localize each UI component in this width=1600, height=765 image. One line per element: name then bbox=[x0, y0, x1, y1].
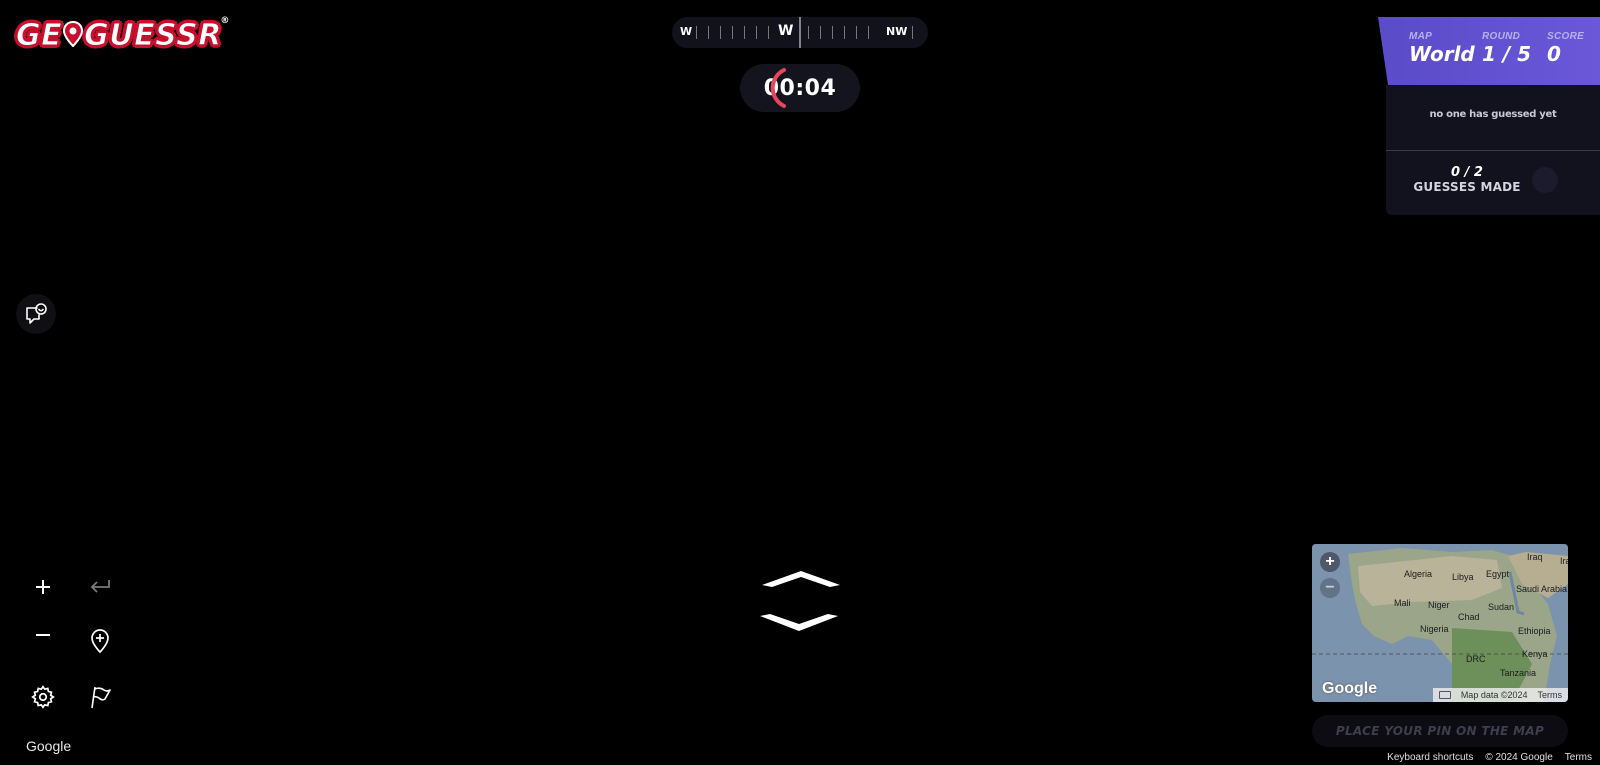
minimap-land bbox=[1312, 544, 1568, 702]
google-watermark: Google bbox=[26, 738, 72, 754]
compass-heading-label: W bbox=[778, 23, 794, 39]
guess-minimap[interactable]: + − Algeria Libya Egypt Iraq Ira Saudi A… bbox=[1312, 544, 1568, 702]
compass-right-label: NW bbox=[886, 25, 908, 38]
minimap-footer: Map data ©2024 Terms bbox=[1432, 688, 1568, 702]
plus-icon bbox=[36, 580, 50, 594]
logo-text-post: GUESSR bbox=[84, 17, 222, 53]
status-round-label: ROUND bbox=[1482, 31, 1521, 42]
zoom-in-button[interactable] bbox=[25, 569, 61, 605]
player-avatar bbox=[1532, 167, 1558, 193]
flag-icon bbox=[91, 686, 111, 709]
google-footer: Keyboard shortcuts © 2024 Google Terms bbox=[1387, 752, 1592, 763]
country-label: Algeria bbox=[1404, 569, 1433, 579]
chat-button[interactable] bbox=[16, 294, 56, 334]
country-label: Chad bbox=[1458, 612, 1480, 622]
minimap-zoom-in-button[interactable]: + bbox=[1320, 552, 1340, 572]
game-status-bar: MAP World ROUND 1 / 5 SCORE 0 bbox=[1378, 17, 1600, 85]
undo-arrow-icon bbox=[90, 580, 110, 593]
status-round-value: 1 / 5 bbox=[1482, 42, 1532, 66]
minimap-map-data: Map data ©2024 bbox=[1460, 690, 1528, 700]
registered-mark: ® bbox=[220, 15, 230, 26]
undo-button[interactable] bbox=[82, 568, 118, 604]
pin-plus-icon bbox=[91, 629, 109, 654]
gear-icon bbox=[31, 685, 55, 709]
country-label: Egypt bbox=[1486, 569, 1510, 579]
logo-pin-icon bbox=[63, 20, 84, 47]
country-label: Sudan bbox=[1488, 602, 1515, 612]
country-label: Nigeria bbox=[1420, 624, 1449, 634]
guesses-count-value: 0 / 2 bbox=[1451, 165, 1483, 180]
place-pin-button[interactable]: PLACE YOUR PIN ON THE MAP bbox=[1312, 715, 1568, 747]
status-round: ROUND 1 / 5 bbox=[1482, 31, 1531, 66]
guesses-panel: no one has guessed yet 0 / 2 GUESSES MAD… bbox=[1386, 85, 1600, 215]
country-label: Tanzania bbox=[1500, 668, 1537, 678]
compass-left-label: W bbox=[680, 25, 693, 38]
status-map-value: World bbox=[1409, 42, 1475, 66]
country-label: Saudi Arabia bbox=[1516, 584, 1568, 594]
country-label: Ira bbox=[1560, 556, 1568, 566]
zoom-out-button[interactable] bbox=[25, 617, 61, 653]
status-map: MAP World bbox=[1409, 31, 1475, 66]
country-label: Kenya bbox=[1522, 649, 1548, 659]
copyright-text: © 2024 Google bbox=[1485, 752, 1553, 763]
guesses-count-label: GUESSES MADE bbox=[1413, 180, 1521, 194]
status-score-label: SCORE bbox=[1547, 31, 1585, 42]
round-timer: 00:04 bbox=[740, 64, 860, 112]
guesses-count: 0 / 2 GUESSES MADE bbox=[1402, 165, 1532, 194]
settings-button[interactable] bbox=[25, 679, 61, 715]
status-score-value: 0 bbox=[1547, 42, 1561, 66]
minimap-zoom-out-button[interactable]: − bbox=[1320, 578, 1340, 598]
terms-link[interactable]: Terms bbox=[1565, 752, 1592, 763]
compass: W W NW bbox=[672, 17, 928, 48]
keyboard-shortcuts-link[interactable]: Keyboard shortcuts bbox=[1387, 752, 1473, 763]
country-label: Niger bbox=[1428, 600, 1450, 610]
guesses-divider bbox=[1386, 150, 1600, 151]
return-to-start-button[interactable] bbox=[82, 623, 118, 659]
status-map-label: MAP bbox=[1409, 31, 1433, 42]
logo-text-pre: GE bbox=[15, 17, 63, 53]
country-label: Iraq bbox=[1527, 552, 1543, 562]
geoguessr-logo[interactable]: GE GUESSR ® bbox=[15, 14, 229, 56]
move-backward-arrow[interactable] bbox=[758, 612, 840, 634]
compass-needle bbox=[799, 17, 801, 48]
logo-wordmark: GE GUESSR ® bbox=[15, 16, 229, 54]
country-label: Mali bbox=[1394, 598, 1411, 608]
country-label: Libya bbox=[1452, 572, 1474, 582]
report-flag-button[interactable] bbox=[82, 679, 118, 715]
country-label: Ethiopia bbox=[1518, 626, 1551, 636]
country-label: DRC bbox=[1466, 654, 1486, 664]
timer-progress-arc bbox=[770, 68, 786, 108]
keyboard-icon[interactable] bbox=[1438, 691, 1451, 699]
guesses-note: no one has guessed yet bbox=[1429, 109, 1557, 120]
chat-icon bbox=[26, 303, 47, 324]
minimap-google-logo: Google bbox=[1322, 680, 1378, 697]
minimap-terms-link[interactable]: Terms bbox=[1538, 690, 1563, 700]
minus-icon bbox=[36, 634, 50, 636]
move-forward-arrow[interactable] bbox=[760, 568, 842, 588]
status-score: SCORE 0 bbox=[1547, 31, 1584, 66]
